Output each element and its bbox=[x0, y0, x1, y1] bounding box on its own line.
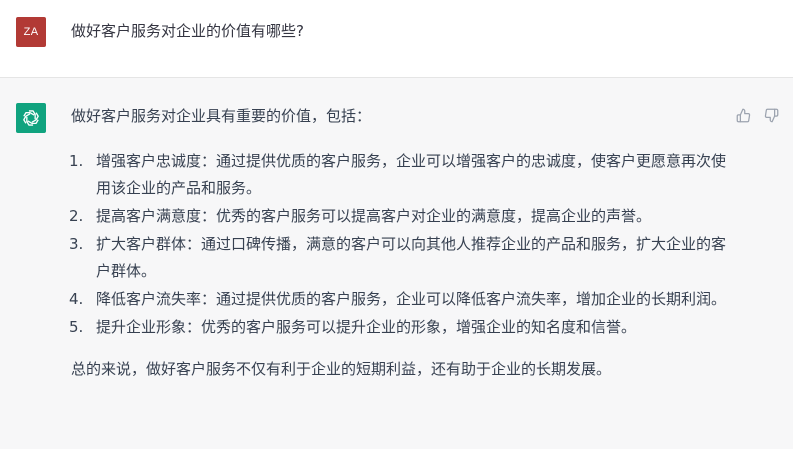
list-item-text: 提升企业形象：优秀的客户服务可以提升企业的形象，增强企业的知名度和信誉。 bbox=[96, 318, 637, 336]
thumbs-up-icon bbox=[736, 108, 750, 122]
list-item-number: 1. bbox=[69, 152, 84, 170]
list-item: 2. 提高客户满意度：优秀的客户服务可以提高客户对企业的满意度，提高企业的声誉。 bbox=[69, 203, 731, 230]
user-avatar-initials: ZA bbox=[23, 26, 39, 38]
list-item-number: 5. bbox=[69, 318, 84, 336]
thumbs-down-icon bbox=[764, 108, 778, 122]
list-item-text: 降低客户流失率：通过提供优质的客户服务，企业可以降低客户流失率，增加企业的长期利… bbox=[96, 290, 727, 308]
thumbs-down-button[interactable] bbox=[762, 106, 780, 124]
list-item: 1. 增强客户忠诚度：通过提供优质的客户服务，企业可以增强客户的忠诚度，使客户更… bbox=[69, 148, 731, 202]
assistant-message-content: 做好客户服务对企业具有重要的价值，包括： 1. 增强客户忠诚度：通过提供优质的客… bbox=[69, 105, 731, 380]
assistant-message-row: 做好客户服务对企业具有重要的价值，包括： 1. 增强客户忠诚度：通过提供优质的客… bbox=[0, 78, 793, 449]
list-item-number: 3. bbox=[69, 235, 84, 253]
assistant-intro: 做好客户服务对企业具有重要的价值，包括： bbox=[71, 107, 372, 125]
list-item-number: 4. bbox=[69, 290, 84, 308]
list-item: 4. 降低客户流失率：通过提供优质的客户服务，企业可以降低客户流失率，增加企业的… bbox=[69, 286, 731, 313]
value-points-list: 1. 增强客户忠诚度：通过提供优质的客户服务，企业可以增强客户的忠诚度，使客户更… bbox=[69, 148, 731, 341]
list-item-text: 提高客户满意度：优秀的客户服务可以提高客户对企业的满意度，提高企业的声誉。 bbox=[96, 207, 652, 225]
assistant-summary: 总的来说，做好客户服务不仅有利于企业的短期利益，还有助于企业的长期发展。 bbox=[71, 360, 612, 378]
list-item: 5. 提升企业形象：优秀的客户服务可以提升企业的形象，增强企业的知名度和信誉。 bbox=[69, 314, 731, 341]
openai-logo-icon bbox=[23, 110, 39, 126]
list-item-text: 增强客户忠诚度：通过提供优质的客户服务，企业可以增强客户的忠诚度，使客户更愿意再… bbox=[96, 152, 727, 197]
user-avatar: ZA bbox=[16, 17, 46, 47]
user-message-text: 做好客户服务对企业的价值有哪些? bbox=[71, 22, 304, 40]
assistant-avatar bbox=[16, 103, 46, 133]
thumbs-up-button[interactable] bbox=[734, 106, 752, 124]
list-item-text: 扩大客户群体：通过口碑传播，满意的客户可以向其他人推荐企业的产品和服务，扩大企业… bbox=[96, 235, 727, 280]
list-item-number: 2. bbox=[69, 207, 84, 225]
user-message-row: ZA 做好客户服务对企业的价值有哪些? bbox=[0, 0, 793, 78]
list-item: 3. 扩大客户群体：通过口碑传播，满意的客户可以向其他人推荐企业的产品和服务，扩… bbox=[69, 231, 731, 285]
